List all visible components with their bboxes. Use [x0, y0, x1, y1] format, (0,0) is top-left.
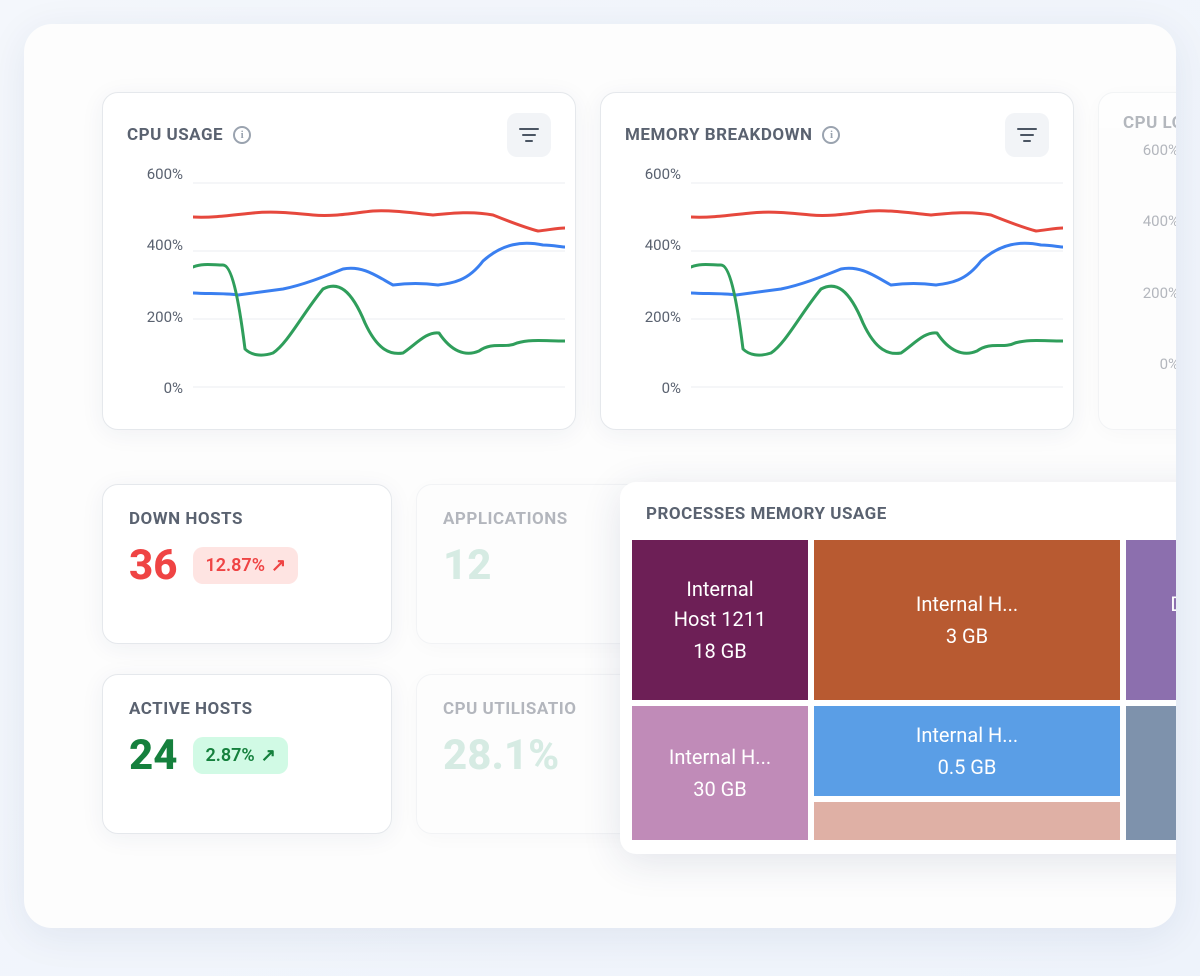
filter-icon	[519, 127, 539, 143]
tile-name: Internal H...	[669, 742, 771, 772]
card-cpu-load: CPU LOA 600% 400% 200% 0%	[1098, 92, 1176, 430]
card-cpu-usage: CPU USAGE i 600% 400% 200% 0%	[102, 92, 576, 430]
y-axis-labels: 600% 400% 200% 0%	[127, 165, 183, 397]
treemap-tile[interactable]	[1126, 706, 1176, 840]
card-title: CPU LOA	[1123, 113, 1176, 133]
treemap-tile[interactable]: Dem 0.2	[1126, 540, 1176, 700]
delta-badge: 12.87% ↗	[193, 547, 298, 584]
y-axis-labels: 600% 400% 200% 0%	[1123, 141, 1176, 373]
tile-name: Internal Host 1211	[674, 574, 766, 634]
stat-title: DOWN HOSTS	[103, 485, 391, 529]
line-chart	[691, 173, 1063, 393]
treemap: Internal Host 1211 18 GB Internal H... 3…	[620, 540, 1176, 840]
dashboard-stage: CPU USAGE i 600% 400% 200% 0%	[24, 24, 1176, 928]
delta-value: 12.87%	[205, 555, 265, 576]
tile-value: 30 GB	[693, 774, 747, 804]
card-title: PROCESSES MEMORY USAGE	[620, 482, 1176, 540]
card-title: MEMORY BREAKDOWN	[625, 125, 812, 145]
line-chart	[193, 173, 565, 393]
tile-value: 18 GB	[693, 636, 747, 666]
tile-name: Internal H...	[916, 589, 1018, 619]
stat-title: ACTIVE HOSTS	[103, 675, 391, 719]
stat-value: 12	[443, 541, 491, 590]
delta-badge: 2.87% ↗	[193, 737, 287, 774]
filter-button[interactable]	[1005, 113, 1049, 157]
treemap-tile[interactable]: Internal Host 1211 18 GB	[632, 540, 808, 700]
info-icon[interactable]: i	[822, 126, 840, 144]
filter-button[interactable]	[507, 113, 551, 157]
delta-value: 2.87%	[205, 745, 254, 766]
tile-name: Internal H...	[916, 720, 1018, 750]
filter-icon	[1017, 127, 1037, 143]
tile-value: 3 GB	[946, 621, 988, 651]
stat-value: 36	[129, 541, 177, 590]
treemap-tile[interactable]: Internal H... 30 GB	[632, 706, 808, 840]
card-memory-breakdown: MEMORY BREAKDOWN i 600% 400% 200% 0%	[600, 92, 1074, 430]
treemap-tile[interactable]	[814, 802, 1120, 840]
tile-value: 0.5 GB	[938, 752, 997, 782]
card-processes-memory: PROCESSES MEMORY USAGE Internal Host 121…	[620, 482, 1176, 854]
y-axis-labels: 600% 400% 200% 0%	[625, 165, 681, 397]
treemap-tile[interactable]: Internal H... 0.5 GB	[814, 706, 1120, 796]
info-icon[interactable]: i	[233, 126, 251, 144]
card-down-hosts: DOWN HOSTS 36 12.87% ↗	[102, 484, 392, 644]
card-title: CPU USAGE	[127, 125, 223, 145]
card-active-hosts: ACTIVE HOSTS 24 2.87% ↗	[102, 674, 392, 834]
arrow-up-icon: ↗	[261, 745, 276, 766]
arrow-up-icon: ↗	[271, 555, 286, 576]
treemap-tile[interactable]: Internal H... 3 GB	[814, 540, 1120, 700]
stat-value: 28.1%	[443, 731, 559, 780]
stat-value: 24	[129, 731, 177, 780]
tile-name: Dem	[1170, 589, 1176, 619]
